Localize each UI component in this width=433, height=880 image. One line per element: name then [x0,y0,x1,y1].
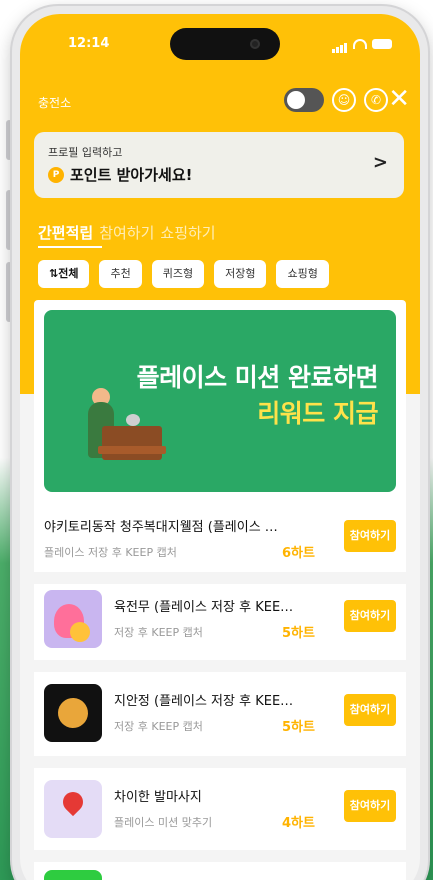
item-thumbnail [44,590,102,648]
item-reward: 5하트 [282,626,315,641]
signal-icon [332,34,348,53]
join-button[interactable]: 참여하기 [344,520,396,552]
item-thumbnail [44,870,102,880]
promo-subtitle: 프로필 입력하고 [48,146,123,159]
join-button[interactable]: 참여하기 [344,694,396,726]
banner-line1: 플레이스 미션 완료하면 [136,363,379,392]
top-bar: 충전소 ☺ ✆ ✕ [20,82,420,122]
item-reward: 6하트 [282,546,315,561]
chip-all[interactable]: ⇅전체 [38,260,90,288]
join-button[interactable]: 참여하기 [344,600,396,632]
status-icons [332,34,392,53]
chevron-right-icon: > [372,152,388,173]
item-subtitle: 플레이스 저장 후 KEEP 캡처 [44,546,177,559]
promo-title-row: P 포인트 받아가세요! [48,164,390,185]
tab-bar: 간편적립 참여하기 쇼핑하기 [38,222,216,243]
camera-icon [250,39,260,49]
place-mission-banner[interactable]: 플레이스 미션 완료하면 리워드 지급 [44,310,396,492]
chip-recommended[interactable]: 추천 [99,260,142,288]
status-time: 12:14 [68,36,110,51]
item-title: 야키토리동작 청주복대지웰점 (플레이스 … [44,520,278,535]
dynamic-island [170,28,280,60]
cat-illustration [126,414,140,426]
item-thumbnail [44,780,102,838]
phone-screen: 12:14 충전소 ☺ ✆ ✕ 프로필 입력하고 P 포인트 받아가세요! > [20,14,420,880]
status-bar: 12:14 [20,14,420,72]
chip-quiz[interactable]: 퀴즈형 [151,260,205,288]
list-item[interactable]: 야키토리동작 청주복대지웰점 (플레이스 … 플레이스 저장 후 KEEP 캡처… [34,500,406,570]
divider [34,850,406,862]
battery-icon [372,38,392,49]
item-subtitle: 저장 후 KEEP 캡처 [114,626,203,639]
divider [34,660,406,672]
item-subtitle: 플레이스 미션 맞추기 [114,816,213,829]
close-icon[interactable]: ✕ [388,84,410,114]
wifi-icon [353,38,367,49]
list-item[interactable]: 육전무 (플레이스 저장 후 KEE… 저장 후 KEEP 캡처 5하트 참여하… [34,584,406,654]
item-title: 지안정 (플레이스 저장 후 KEE… [114,694,294,709]
item-title: 육전무 (플레이스 저장 후 KEE… [114,600,294,615]
item-reward: 4하트 [282,816,315,831]
divider [34,756,406,768]
phone-icon[interactable]: ✆ [364,88,388,112]
promo-title: 포인트 받아가세요! [70,166,193,184]
tab-participate[interactable]: 참여하기 [99,222,154,243]
phone-frame: 12:14 충전소 ☺ ✆ ✕ 프로필 입력하고 P 포인트 받아가세요! > [12,6,428,880]
list-item[interactable]: 지안정 (플레이스 저장 후 KEE… 저장 후 KEEP 캡처 5하트 참여하… [34,672,406,750]
tab-shopping[interactable]: 쇼핑하기 [160,222,215,243]
profile-promo-card[interactable]: 프로필 입력하고 P 포인트 받아가세요! > [34,132,404,198]
profile-icon[interactable]: ☺ [332,88,356,112]
item-subtitle: 저장 후 KEEP 캡처 [114,720,203,733]
banner-line2: 리워드 지급 [257,399,378,428]
list-item[interactable] [34,862,406,880]
item-title: 차이한 발마사지 [114,790,202,805]
chip-shopping[interactable]: 쇼핑형 [276,260,329,288]
page-title: 충전소 [38,96,72,110]
bench-illustration [98,426,166,460]
active-tab-indicator [38,246,102,248]
item-reward: 5하트 [282,720,315,735]
mission-list: 플레이스 미션 완료하면 리워드 지급 야키토리동작 청주복대지웰점 (플레이스… [34,300,406,880]
item-thumbnail [44,684,102,742]
join-button[interactable]: 참여하기 [344,790,396,822]
chip-save[interactable]: 저장형 [214,260,267,288]
tab-easy-earn[interactable]: 간편적립 [38,222,93,243]
divider [34,572,406,584]
toggle-switch[interactable] [284,88,324,112]
point-coin-icon: P [48,166,64,183]
filter-chips: ⇅전체 추천 퀴즈형 저장형 쇼핑형 [38,260,329,288]
list-item[interactable]: 차이한 발마사지 플레이스 미션 맞추기 4하트 참여하기 [34,768,406,848]
